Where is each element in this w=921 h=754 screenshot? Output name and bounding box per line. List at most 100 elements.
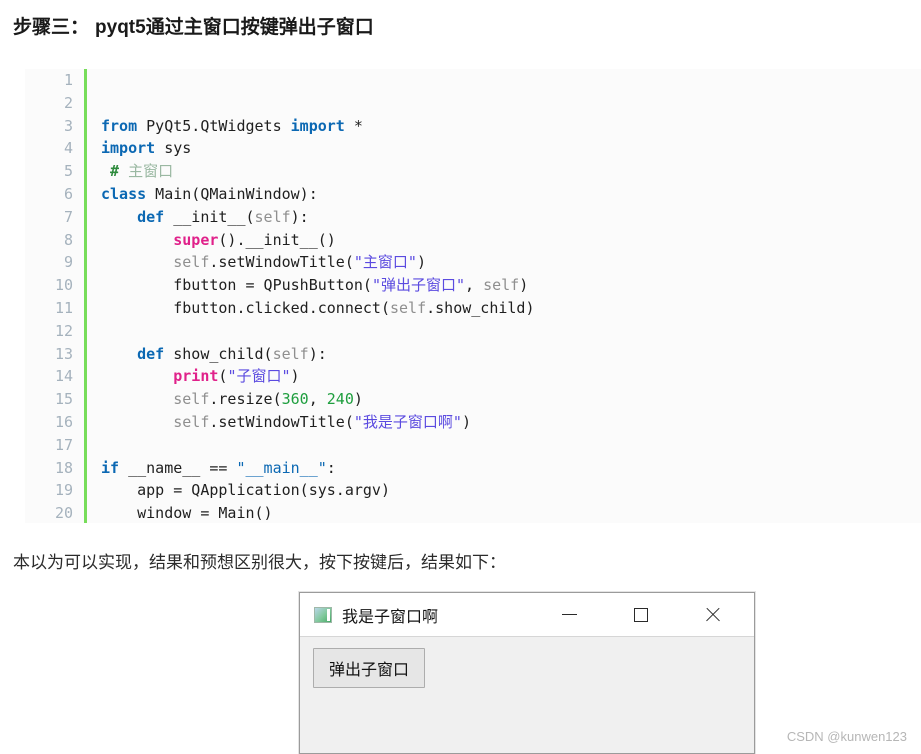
code-line-number: 16: [25, 411, 73, 434]
code-token: Main(QMainWindow):: [146, 185, 318, 203]
code-token: "我是子窗口啊": [354, 413, 462, 431]
code-line: if __name__ == "__main__":: [101, 457, 921, 480]
body-paragraph: 本以为可以实现，结果和预想区别很大，按下按键后，结果如下：: [13, 548, 506, 573]
code-line: fbutton = QPushButton("弹出子窗口", self): [101, 274, 921, 297]
code-line-number: 17: [25, 434, 73, 457]
code-token: :: [327, 459, 336, 477]
code-token: from: [101, 117, 137, 135]
code-line-number: 7: [25, 206, 73, 229]
maximize-button[interactable]: [618, 593, 664, 636]
code-token: ): [417, 253, 426, 271]
code-line: self.resize(360, 240): [101, 388, 921, 411]
code-token: .show_child): [426, 299, 534, 317]
code-token: app = QApplication(sys.argv): [101, 481, 390, 499]
code-token: [101, 345, 137, 363]
code-token: [101, 231, 173, 249]
code-token: [101, 208, 137, 226]
code-line: app = QApplication(sys.argv): [101, 479, 921, 502]
code-token: def: [137, 345, 164, 363]
code-token: PyQt5.QtWidgets: [137, 117, 291, 135]
code-token: __init__(: [164, 208, 254, 226]
code-line-number: 5: [25, 160, 73, 183]
code-line-number: 9: [25, 251, 73, 274]
code-token: 主窗口: [119, 162, 173, 180]
maximize-icon: [634, 608, 648, 622]
code-token: fbutton = QPushButton(: [101, 276, 372, 294]
code-token: .setWindowTitle(: [209, 413, 354, 431]
code-token: window = Main(): [101, 504, 273, 522]
code-line: from PyQt5.QtWidgets import *: [101, 115, 921, 138]
code-line: window = Main(): [101, 502, 921, 523]
code-line: self.setWindowTitle("我是子窗口啊"): [101, 411, 921, 434]
code-line-number: 12: [25, 320, 73, 343]
code-token: def: [137, 208, 164, 226]
code-line: print("子窗口"): [101, 365, 921, 388]
code-token: [101, 162, 110, 180]
code-line-number: 14: [25, 365, 73, 388]
code-token: show_child(: [164, 345, 272, 363]
code-token: sys: [155, 139, 191, 157]
code-block[interactable]: 1234567891011121314151617181920 from PyQ…: [25, 69, 921, 523]
close-button[interactable]: [690, 593, 736, 636]
code-token: [101, 367, 173, 385]
code-token: ().__init__(): [218, 231, 335, 249]
code-token: self: [273, 345, 309, 363]
popup-child-window-button[interactable]: 弹出子窗口: [313, 648, 425, 688]
code-token: if: [101, 459, 119, 477]
code-content[interactable]: from PyQt5.QtWidgets import *import sys …: [86, 69, 921, 523]
code-line-number: 8: [25, 229, 73, 252]
code-token: [101, 413, 173, 431]
code-token: [101, 253, 173, 271]
code-line-number: 2: [25, 92, 73, 115]
child-window[interactable]: 我是子窗口啊 弹出子窗口: [299, 592, 755, 754]
code-line: # 主窗口: [101, 160, 921, 183]
code-token: "弹出子窗口": [372, 276, 465, 294]
window-title: 我是子窗口啊: [342, 603, 438, 627]
code-token: self: [390, 299, 426, 317]
code-token: import: [291, 117, 345, 135]
code-line-number: 6: [25, 183, 73, 206]
code-token: *: [345, 117, 363, 135]
code-line-number: 18: [25, 457, 73, 480]
code-token: ):: [309, 345, 327, 363]
code-token: ,: [465, 276, 483, 294]
close-icon: [704, 606, 722, 624]
page-title-step: 步骤三：: [13, 17, 89, 38]
code-token: ): [519, 276, 528, 294]
code-line: [101, 320, 921, 343]
minimize-button[interactable]: [546, 593, 592, 636]
code-token: class: [101, 185, 146, 203]
window-controls: [546, 593, 754, 636]
code-token: ): [291, 367, 300, 385]
code-line: class Main(QMainWindow):: [101, 183, 921, 206]
page-title: 步骤三： pyqt5通过主窗口按键弹出子窗口: [13, 12, 374, 39]
code-table: 1234567891011121314151617181920 from PyQ…: [25, 69, 921, 523]
page-title-main: pyqt5通过主窗口按键弹出子窗口: [95, 17, 374, 38]
code-line-number: 20: [25, 502, 73, 523]
code-token: fbutton.clicked.connect(: [101, 299, 390, 317]
code-line-number: 10: [25, 274, 73, 297]
code-line-number: 19: [25, 479, 73, 502]
watermark: CSDN @kunwen123: [787, 729, 907, 744]
code-token: ,: [309, 390, 327, 408]
code-token: 240: [327, 390, 354, 408]
code-token: ): [462, 413, 471, 431]
code-token: "__main__": [236, 459, 326, 477]
code-line-numbers: 1234567891011121314151617181920: [25, 69, 86, 523]
code-line-number: 15: [25, 388, 73, 411]
code-token: print: [173, 367, 218, 385]
code-token: ):: [291, 208, 309, 226]
code-token: super: [173, 231, 218, 249]
code-line: [101, 434, 921, 457]
code-line-number: 1: [25, 69, 73, 92]
code-line: fbutton.clicked.connect(self.show_child): [101, 297, 921, 320]
window-titlebar[interactable]: 我是子窗口啊: [300, 593, 754, 637]
window-body: 弹出子窗口: [300, 637, 754, 753]
code-token: __name__ ==: [119, 459, 236, 477]
code-line-number: 13: [25, 343, 73, 366]
code-token: self: [173, 390, 209, 408]
minimize-icon: [562, 614, 577, 615]
app-icon: [314, 607, 332, 623]
code-token: #: [110, 162, 119, 180]
code-token: self: [483, 276, 519, 294]
